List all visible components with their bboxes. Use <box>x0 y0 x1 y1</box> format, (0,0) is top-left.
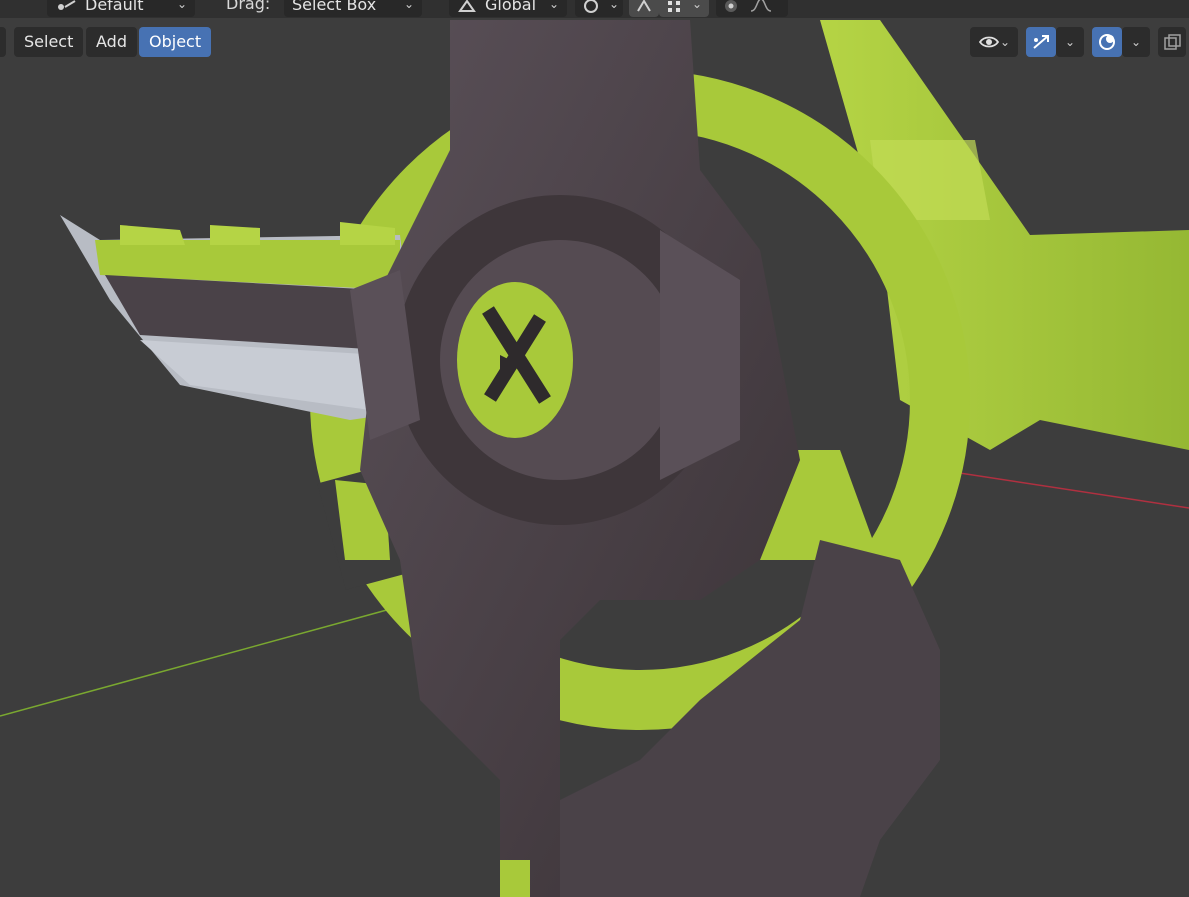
chevron-down-icon: ⌄ <box>403 0 414 11</box>
gizmo-icon <box>1030 32 1052 52</box>
gizmo-toggle[interactable] <box>1026 27 1056 57</box>
orientation-icon <box>457 0 477 13</box>
pivot-point-icon <box>581 0 601 13</box>
chevron-down-icon: ⌄ <box>176 0 187 11</box>
x-axis-line <box>939 469 1189 509</box>
select-menu[interactable]: Select <box>14 27 84 57</box>
proportional-edit-toggle[interactable] <box>716 0 788 17</box>
snap-toggle[interactable] <box>629 0 659 17</box>
header-bar: Default ⌄ Drag: Select Box ⌄ Global ⌄ ⌄ … <box>0 0 1189 18</box>
visibility-icon <box>978 33 1000 51</box>
chevron-down-icon: ⌄ <box>548 0 559 11</box>
center-emblem <box>457 282 573 438</box>
object-menu[interactable]: Object <box>139 27 212 57</box>
transform-pivot-dropdown[interactable]: Default ⌄ <box>47 0 195 17</box>
drag-dropdown[interactable]: Select Box ⌄ <box>284 0 422 17</box>
orientation-value: Global <box>485 0 537 14</box>
pivot-point-dropdown[interactable]: ⌄ <box>575 0 623 17</box>
3d-viewport[interactable] <box>0 0 1189 897</box>
visibility-dropdown[interactable]: ⌄ <box>970 27 1018 57</box>
xray-icon <box>1162 32 1182 52</box>
proportional-edit-icon <box>721 0 741 13</box>
transform-pivot-icon <box>55 0 77 13</box>
xray-toggle[interactable] <box>1158 27 1186 57</box>
view-menu-fragment[interactable] <box>0 27 6 57</box>
chevron-down-icon: ⌄ <box>609 0 620 11</box>
gizmo-dropdown[interactable]: ⌄ <box>1056 27 1084 57</box>
chevron-down-icon: ⌄ <box>1064 35 1076 49</box>
snap-icon <box>634 0 654 13</box>
add-menu[interactable]: Add <box>86 27 137 57</box>
snap-grid-icon <box>664 0 684 13</box>
overlay-toggle[interactable] <box>1092 27 1122 57</box>
drag-value: Select Box <box>292 0 377 14</box>
chevron-down-icon: ⌄ <box>1130 35 1142 49</box>
drag-label: Drag: <box>226 0 271 13</box>
snap-target-dropdown[interactable]: ⌄ <box>659 0 709 17</box>
orientation-dropdown[interactable]: Global ⌄ <box>449 0 567 17</box>
chevron-down-icon: ⌄ <box>692 0 703 11</box>
overlay-dropdown[interactable]: ⌄ <box>1122 27 1150 57</box>
overlay-icon <box>1096 32 1118 52</box>
transform-pivot-label: Default <box>85 0 144 14</box>
falloff-curve-icon <box>749 0 773 13</box>
chevron-down-icon: ⌄ <box>999 35 1011 49</box>
